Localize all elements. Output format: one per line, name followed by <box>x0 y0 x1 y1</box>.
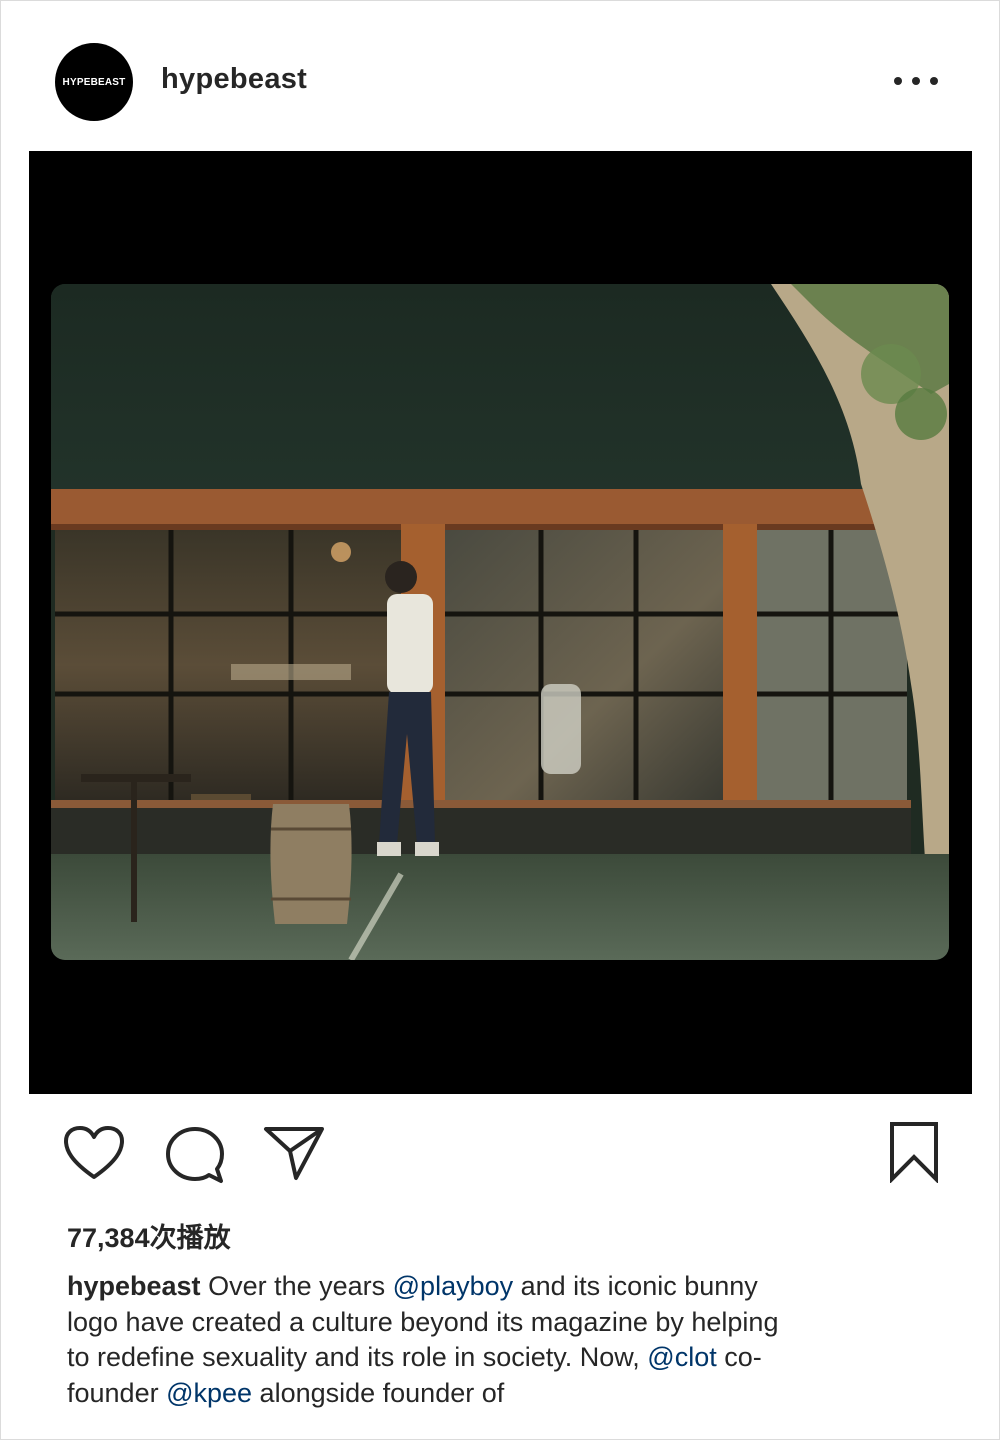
send-icon[interactable] <box>263 1125 325 1181</box>
post-card: HYPEBEAST hypebeast 77,384次播放 hypebeast … <box>0 0 1000 1440</box>
post-header: HYPEBEAST hypebeast <box>1 1 1000 151</box>
more-options-icon[interactable] <box>894 71 938 91</box>
caption-line-4: founder @kpee alongside founder of <box>67 1376 947 1412</box>
caption-text: Over the years <box>200 1271 393 1301</box>
caption-text: co- <box>716 1342 762 1372</box>
dot <box>912 77 920 85</box>
avatar-logo-text: HYPEBEAST <box>62 76 126 88</box>
caption-text: alongside founder of <box>252 1377 505 1408</box>
caption-line-3: to redefine sexuality and its role in so… <box>67 1340 947 1376</box>
view-count[interactable]: 77,384次播放 <box>67 1216 231 1255</box>
mention-link[interactable]: @clot <box>647 1342 716 1372</box>
comment-icon[interactable] <box>165 1125 225 1185</box>
mention-link[interactable]: @playboy <box>393 1271 513 1301</box>
mention-link[interactable]: @kpee <box>166 1378 252 1408</box>
action-bar <box>1 1111 1000 1191</box>
video-frame <box>51 284 949 960</box>
dot <box>894 77 902 85</box>
caption-line-1: hypebeast Over the years @playboy and it… <box>67 1269 947 1305</box>
caption-line-2: logo have created a culture beyond its m… <box>67 1306 779 1337</box>
post-username[interactable]: hypebeast <box>161 63 307 96</box>
caption-username[interactable]: hypebeast <box>67 1271 201 1301</box>
caption-text: and its iconic bunny <box>513 1271 758 1301</box>
post-caption: hypebeast Over the years @playboy and it… <box>67 1269 947 1411</box>
caption-text: to redefine sexuality and its role in so… <box>67 1342 648 1372</box>
storefront-scene <box>51 284 949 960</box>
heart-icon[interactable] <box>63 1125 125 1181</box>
avatar[interactable]: HYPEBEAST <box>55 43 133 121</box>
caption-text: founder <box>67 1377 167 1408</box>
video-player[interactable] <box>29 151 972 1094</box>
dot <box>930 77 938 85</box>
bookmark-icon[interactable] <box>889 1121 939 1184</box>
